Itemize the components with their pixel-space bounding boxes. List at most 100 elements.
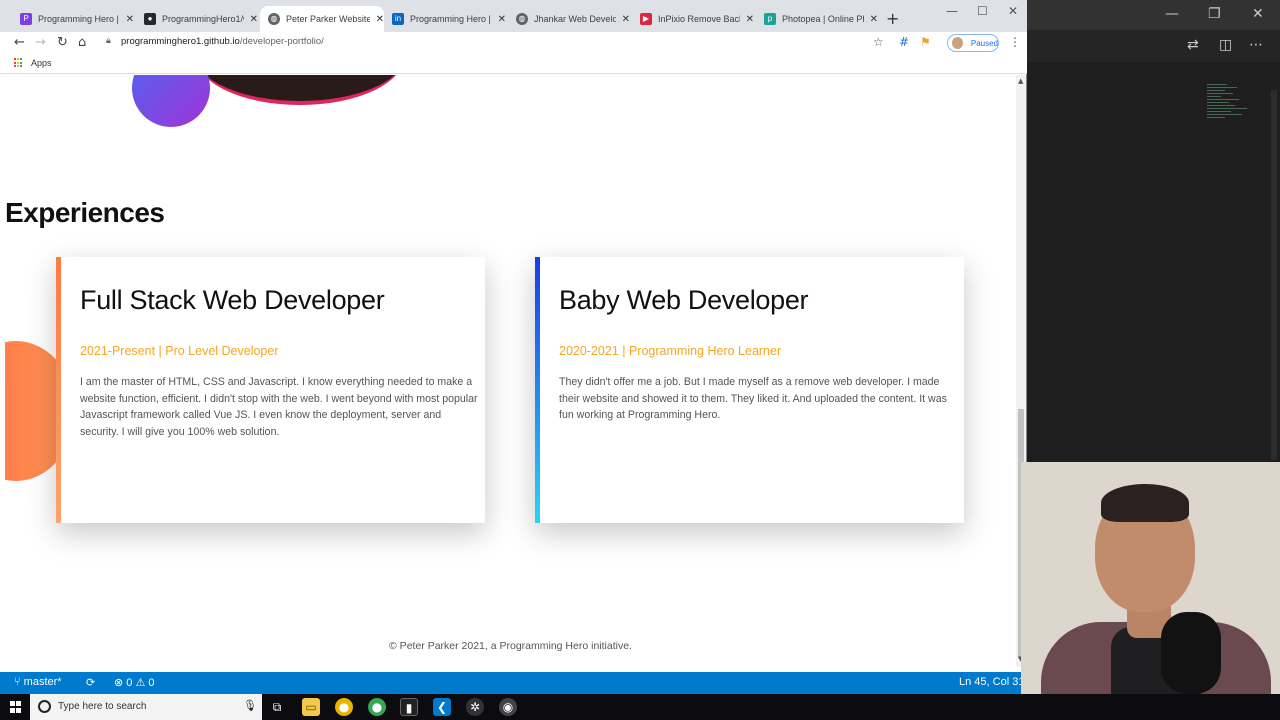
linkedin-icon: in [392, 13, 404, 25]
search-placeholder: Type here to search [58, 701, 147, 712]
vscode-scrollbar[interactable] [1271, 90, 1277, 460]
close-icon[interactable]: ✕ [622, 14, 630, 25]
inpixio-icon: ▶ [640, 13, 652, 25]
page-footer: © Peter Parker 2021, a Programming Hero … [389, 640, 632, 652]
experience-description: They didn't offer me a job. But I made m… [559, 376, 947, 422]
vscode-titlebar: — ❐ ✕ [1027, 0, 1280, 30]
tab-jhankar[interactable]: ◍ Jhankar Web Develop ✕ [508, 6, 630, 32]
tab-title: Jhankar Web Develop [534, 14, 616, 24]
vscode-restore-button[interactable]: ❐ [1208, 6, 1221, 22]
page-viewport: Experiences Full Stack Web Developer 202… [5, 75, 1016, 667]
tab-title: Photopea | Online Pho [782, 14, 864, 24]
browser-window: P Programming Hero | P ✕ ● ProgrammingHe… [0, 0, 1027, 672]
avatar [952, 37, 963, 49]
windows-taskbar: Type here to search 🎙︎ ⧉ ▭ ● ● ▮ ❮ ✲ ◉ [0, 694, 1280, 720]
close-icon[interactable]: ✕ [126, 14, 134, 25]
chrome-icon[interactable]: ● [368, 698, 386, 716]
tab-title: Peter Parker Website [286, 14, 370, 24]
tab-title: Programming Hero | P [38, 14, 120, 24]
vscode-icon[interactable]: ❮ [433, 698, 451, 716]
decorative-gradient-circle [132, 75, 210, 127]
forward-icon[interactable]: → [35, 35, 46, 50]
extension-hash-icon[interactable]: # [899, 35, 909, 49]
close-icon[interactable]: ✕ [376, 14, 384, 25]
card-accent-stripe [535, 257, 540, 523]
close-icon[interactable]: ✕ [498, 14, 506, 25]
webcam-overlay [1021, 462, 1280, 694]
minimize-button[interactable]: — [946, 4, 958, 18]
close-icon[interactable]: ✕ [250, 14, 258, 25]
warning-icon: ⚠ [135, 677, 146, 689]
experience-title: Baby Web Developer [559, 285, 809, 315]
photopea-icon: p [764, 13, 776, 25]
more-actions-icon[interactable]: ⋯ [1249, 37, 1263, 53]
url-path: /developer-portfolio/ [239, 36, 324, 47]
extension-flag-icon[interactable]: ⚑ [920, 35, 931, 49]
source-control-branch[interactable]: ⑂ master* [14, 676, 62, 688]
compare-changes-icon[interactable]: ⇄ [1187, 37, 1199, 53]
tab-strip: P Programming Hero | P ✕ ● ProgrammingHe… [0, 0, 1027, 32]
tab-github[interactable]: ● ProgrammingHero1/w ✕ [136, 6, 258, 32]
vscode-editor-toolbar [1027, 30, 1280, 62]
tab-inpixio[interactable]: ▶ InPixio Remove Backg ✕ [632, 6, 754, 32]
tab-programming-hero[interactable]: P Programming Hero | P ✕ [12, 6, 134, 32]
reload-icon[interactable]: ↻ [57, 35, 68, 50]
experience-subtitle: 2021-Present | Pro Level Developer [80, 344, 279, 358]
obs-icon[interactable]: ◉ [499, 698, 517, 716]
chrome-canary-icon[interactable]: ● [335, 698, 353, 716]
windows-start-icon[interactable] [10, 701, 22, 713]
tab-photopea[interactable]: p Photopea | Online Pho ✕ [756, 6, 878, 32]
back-icon[interactable]: ← [14, 35, 25, 50]
error-icon: ⊗ [114, 677, 124, 689]
home-icon[interactable]: ⌂ [78, 35, 86, 50]
bookmarks-bar: Apps [0, 54, 1027, 74]
taskbar-search-box[interactable]: Type here to search 🎙︎ [30, 694, 262, 720]
sync-icon[interactable]: ⟳ [86, 676, 95, 689]
address-bar-row: ← → ↻ ⌂ 🔒︎ programminghero1.github.io/de… [0, 32, 1027, 54]
url-host: programminghero1.github.io [121, 36, 240, 47]
vscode-minimize-button[interactable]: — [1165, 6, 1179, 22]
minimap[interactable] [1207, 82, 1267, 142]
mic-icon[interactable]: 🎙︎ [243, 699, 257, 712]
programming-hero-favicon: P [20, 13, 32, 25]
microphone-icon [1161, 612, 1221, 694]
github-icon: ● [144, 13, 156, 25]
problems-indicator[interactable]: ⊗ 0 ⚠ 0 [114, 676, 155, 689]
close-window-button[interactable]: ✕ [1008, 4, 1018, 18]
profile-button[interactable]: Paused [947, 34, 999, 52]
tab-title: Programming Hero | L [410, 14, 492, 24]
experience-title: Full Stack Web Developer [80, 285, 385, 315]
lock-icon[interactable]: 🔒︎ [106, 36, 111, 46]
menu-kebab-icon[interactable]: ⋮ [1009, 35, 1021, 49]
task-view-icon[interactable]: ⧉ [268, 698, 286, 716]
tab-peter-parker-website[interactable]: ◍ Peter Parker Website ✕ [260, 6, 384, 32]
new-tab-button[interactable]: + [886, 9, 899, 28]
experience-card: Baby Web Developer 2020-2021 | Programmi… [535, 257, 964, 523]
scroll-up-icon[interactable]: ▲ [1018, 77, 1023, 85]
tab-linkedin[interactable]: in Programming Hero | L ✕ [384, 6, 506, 32]
globe-icon: ◍ [516, 13, 528, 25]
bookmark-star-icon[interactable]: ☆ [873, 35, 884, 49]
file-explorer-icon[interactable]: ▭ [302, 698, 320, 716]
card-accent-stripe [56, 257, 61, 523]
globe-icon: ◍ [268, 13, 280, 25]
hero-image-edge [195, 75, 405, 105]
cortana-icon [38, 700, 51, 713]
apps-grid-icon[interactable] [14, 58, 24, 68]
tab-title: InPixio Remove Backg [658, 14, 740, 24]
split-editor-icon[interactable]: ◫ [1219, 37, 1232, 53]
experience-card: Full Stack Web Developer 2021-Present | … [56, 257, 485, 523]
terminal-icon[interactable]: ▮ [400, 698, 418, 716]
cursor-position[interactable]: Ln 45, Col 31 [959, 676, 1024, 688]
close-icon[interactable]: ✕ [746, 14, 754, 25]
url-field[interactable]: programminghero1.github.io/developer-por… [121, 36, 324, 47]
app-icon[interactable]: ✲ [466, 698, 484, 716]
maximize-button[interactable]: ☐ [977, 4, 988, 18]
close-icon[interactable]: ✕ [870, 14, 878, 25]
tab-title: ProgrammingHero1/w [162, 14, 244, 24]
experience-description: I am the master of HTML, CSS and Javascr… [80, 376, 478, 439]
profile-status: Paused [970, 38, 998, 48]
git-branch-icon: ⑂ [14, 676, 21, 688]
vscode-close-button[interactable]: ✕ [1252, 6, 1264, 22]
apps-bookmark[interactable]: Apps [31, 58, 52, 68]
